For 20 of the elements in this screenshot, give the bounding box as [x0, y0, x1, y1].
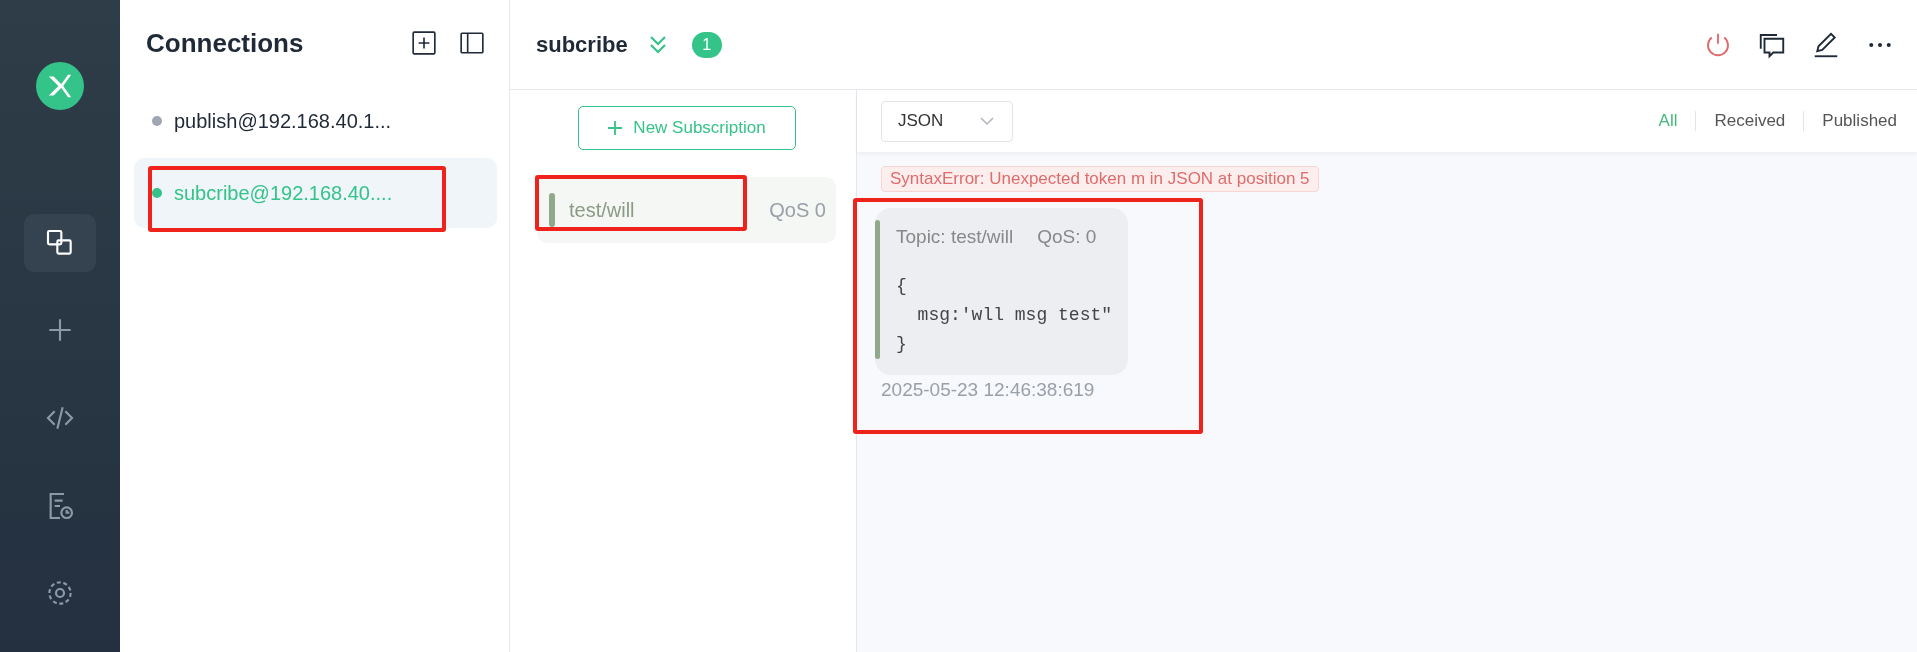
connection-name: publish@192.168.40.1... [174, 109, 392, 133]
panel-title: Connections [146, 27, 305, 59]
filter-tab[interactable]: Published [1803, 111, 1897, 131]
add-icon[interactable] [411, 30, 437, 56]
plus-icon [607, 120, 624, 136]
subscription-qos: QoS 0 [769, 198, 826, 222]
subscription-topic: test/will [569, 198, 636, 222]
message-topic: Topic: test/will [896, 226, 1014, 248]
payload-text: { msg:'wll msg test" } [896, 275, 1113, 356]
filter-tab[interactable]: Received [1695, 111, 1804, 131]
connection-item[interactable]: publish@192.168.40.1... [134, 86, 497, 156]
connection-title: subcribe [536, 31, 628, 58]
sidebar-toggle-icon[interactable] [459, 30, 485, 56]
error-message: SyntaxError: Unexpected token m in JSON at position 5 [881, 166, 1319, 192]
nav-button[interactable] [24, 214, 96, 272]
count-badge: 1 [691, 31, 722, 58]
message-qos: QoS: 0 [1037, 226, 1097, 248]
message-time: 2025-05-23 12:46:38:619 [881, 379, 1095, 401]
format-select[interactable]: JSON [881, 100, 1013, 142]
connection-name: subcribe@192.168.40.... [174, 181, 393, 205]
